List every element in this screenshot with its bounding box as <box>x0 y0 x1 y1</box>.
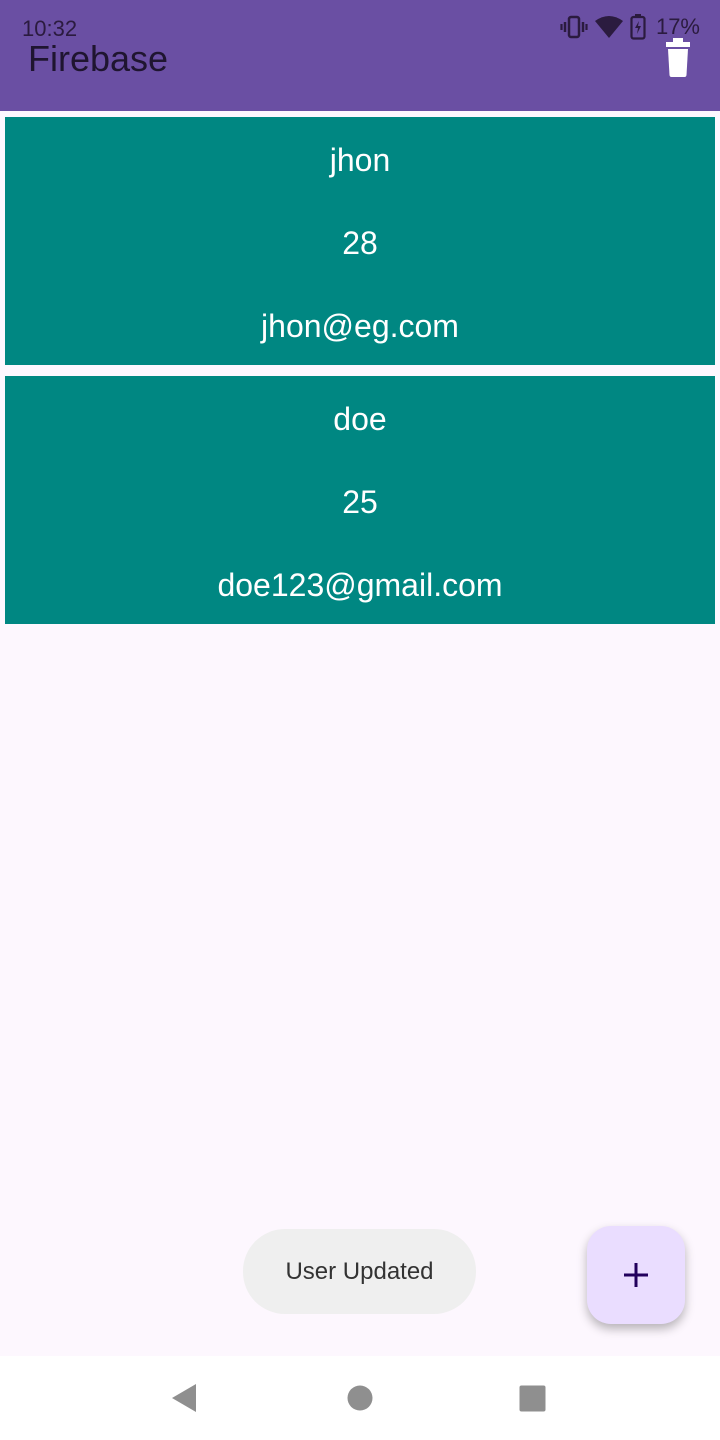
recents-icon <box>519 1385 546 1412</box>
user-age: 25 <box>342 484 378 520</box>
vibrate-icon <box>560 14 588 40</box>
delete-button[interactable] <box>660 38 696 78</box>
user-card[interactable]: doe 25 doe123@gmail.com <box>5 376 715 624</box>
user-name: jhon <box>329 142 391 178</box>
app-bar: 10:32 17% Firebase <box>0 0 720 111</box>
wifi-icon <box>594 15 624 39</box>
app-title: Firebase <box>28 38 169 79</box>
navigation-bar <box>0 1356 720 1440</box>
user-card[interactable]: jhon 28 jhon@eg.com <box>5 117 715 365</box>
back-button[interactable] <box>170 1382 198 1419</box>
user-name: doe <box>333 401 387 437</box>
battery-charging-icon <box>630 14 646 40</box>
home-icon <box>347 1385 373 1411</box>
status-icons: 17% <box>560 14 700 40</box>
toast-message: User Updated <box>243 1229 476 1314</box>
delete-icon <box>666 38 690 77</box>
recents-button[interactable] <box>519 1385 546 1417</box>
back-icon <box>172 1384 196 1412</box>
user-email: doe123@gmail.com <box>217 567 503 603</box>
home-button[interactable] <box>347 1385 373 1416</box>
user-age: 28 <box>342 225 378 261</box>
battery-percentage: 17% <box>655 14 700 39</box>
plus-icon <box>624 1263 648 1287</box>
user-email: jhon@eg.com <box>261 308 459 344</box>
add-user-button[interactable] <box>587 1226 685 1324</box>
